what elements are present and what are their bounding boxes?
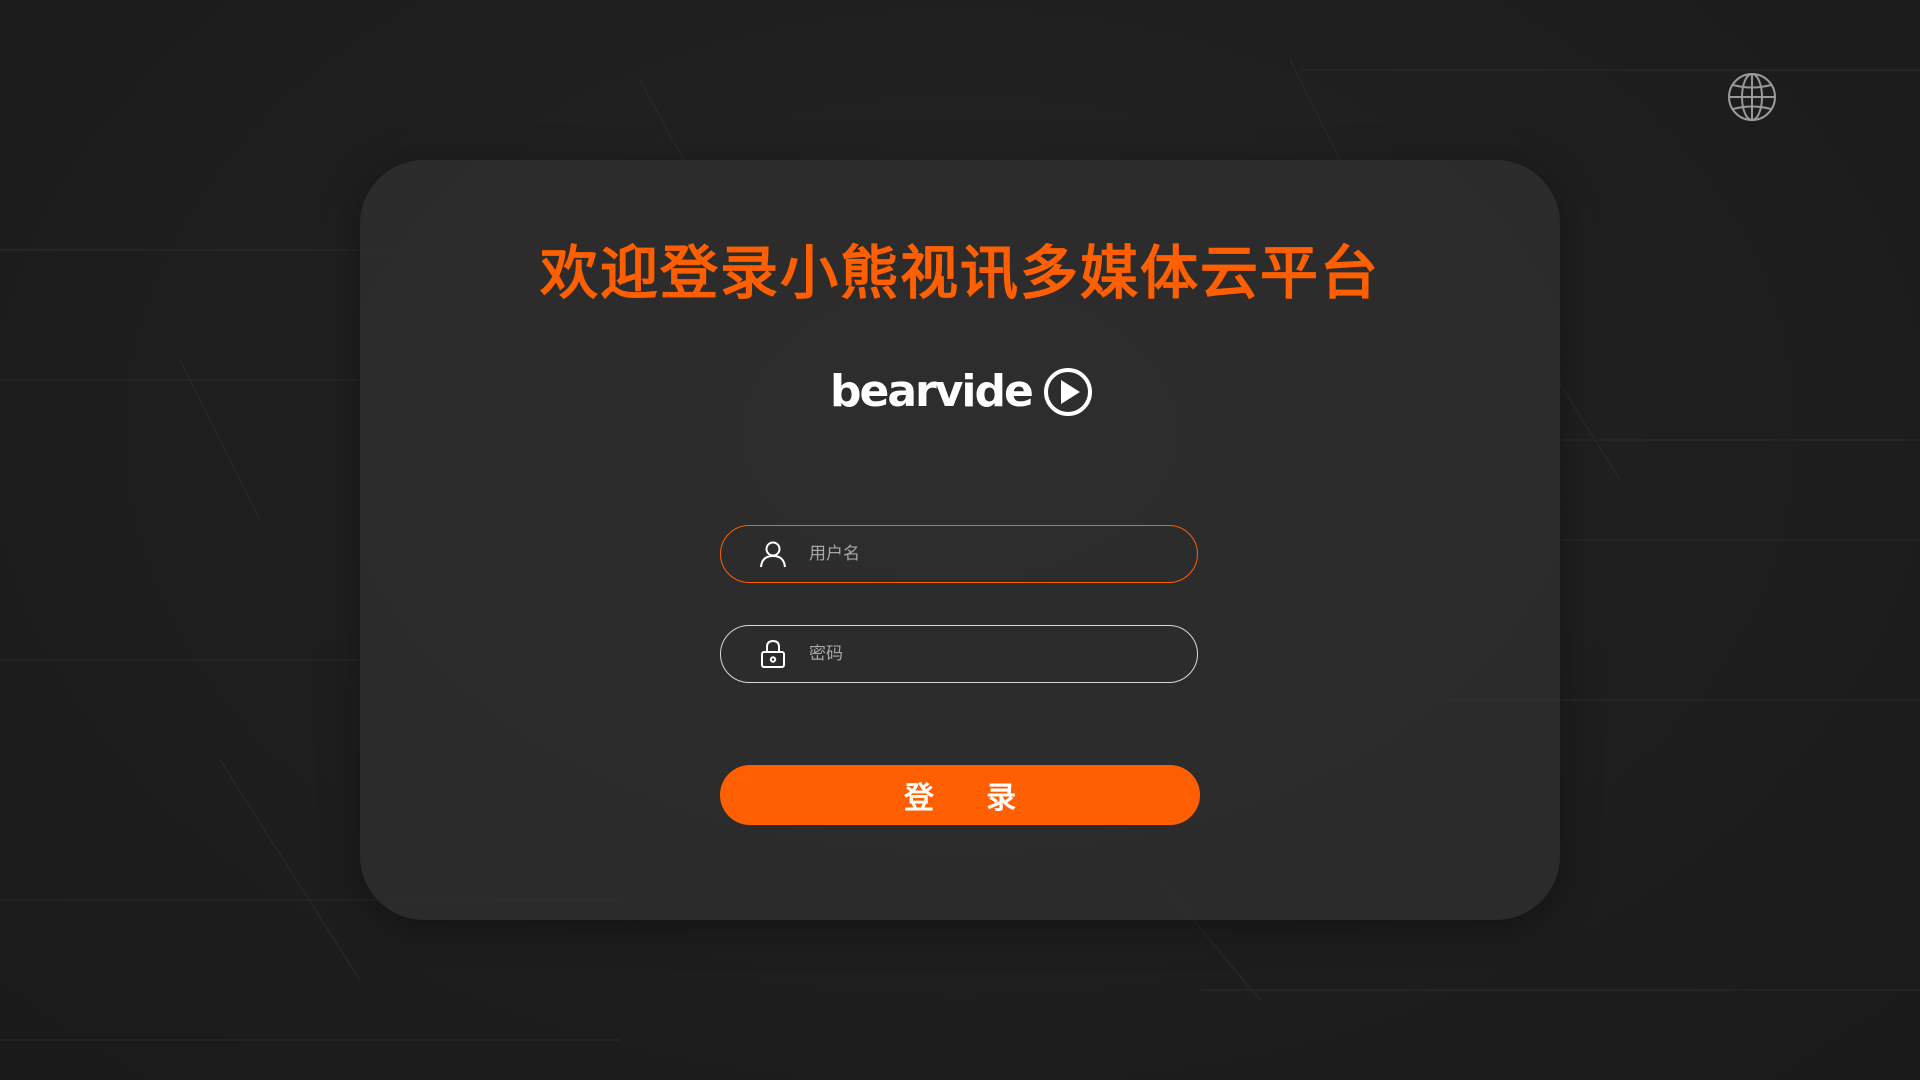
page-title: 欢迎登录小熊视讯多媒体云平台 (539, 239, 1380, 307)
username-input[interactable] (807, 543, 1173, 565)
login-page: 欢迎登录小熊视讯多媒体云平台 bearvide 用户名 登 录 (0, 0, 1920, 1080)
globe-icon (1728, 73, 1776, 121)
login-button[interactable]: 登 录 (720, 765, 1200, 825)
password-field[interactable] (720, 625, 1198, 683)
username-field[interactable] (720, 525, 1198, 583)
play-icon (1044, 368, 1092, 416)
password-input[interactable] (807, 643, 1173, 665)
login-card: 欢迎登录小熊视讯多媒体云平台 bearvide 用户名 登 录 (360, 160, 1560, 920)
language-switch-button[interactable] (1725, 70, 1779, 124)
lock-icon (757, 638, 789, 670)
bearvideo-logo: bearvide (830, 366, 1092, 417)
user-icon (757, 538, 789, 570)
svg-text:bearvide: bearvide (830, 366, 1032, 417)
